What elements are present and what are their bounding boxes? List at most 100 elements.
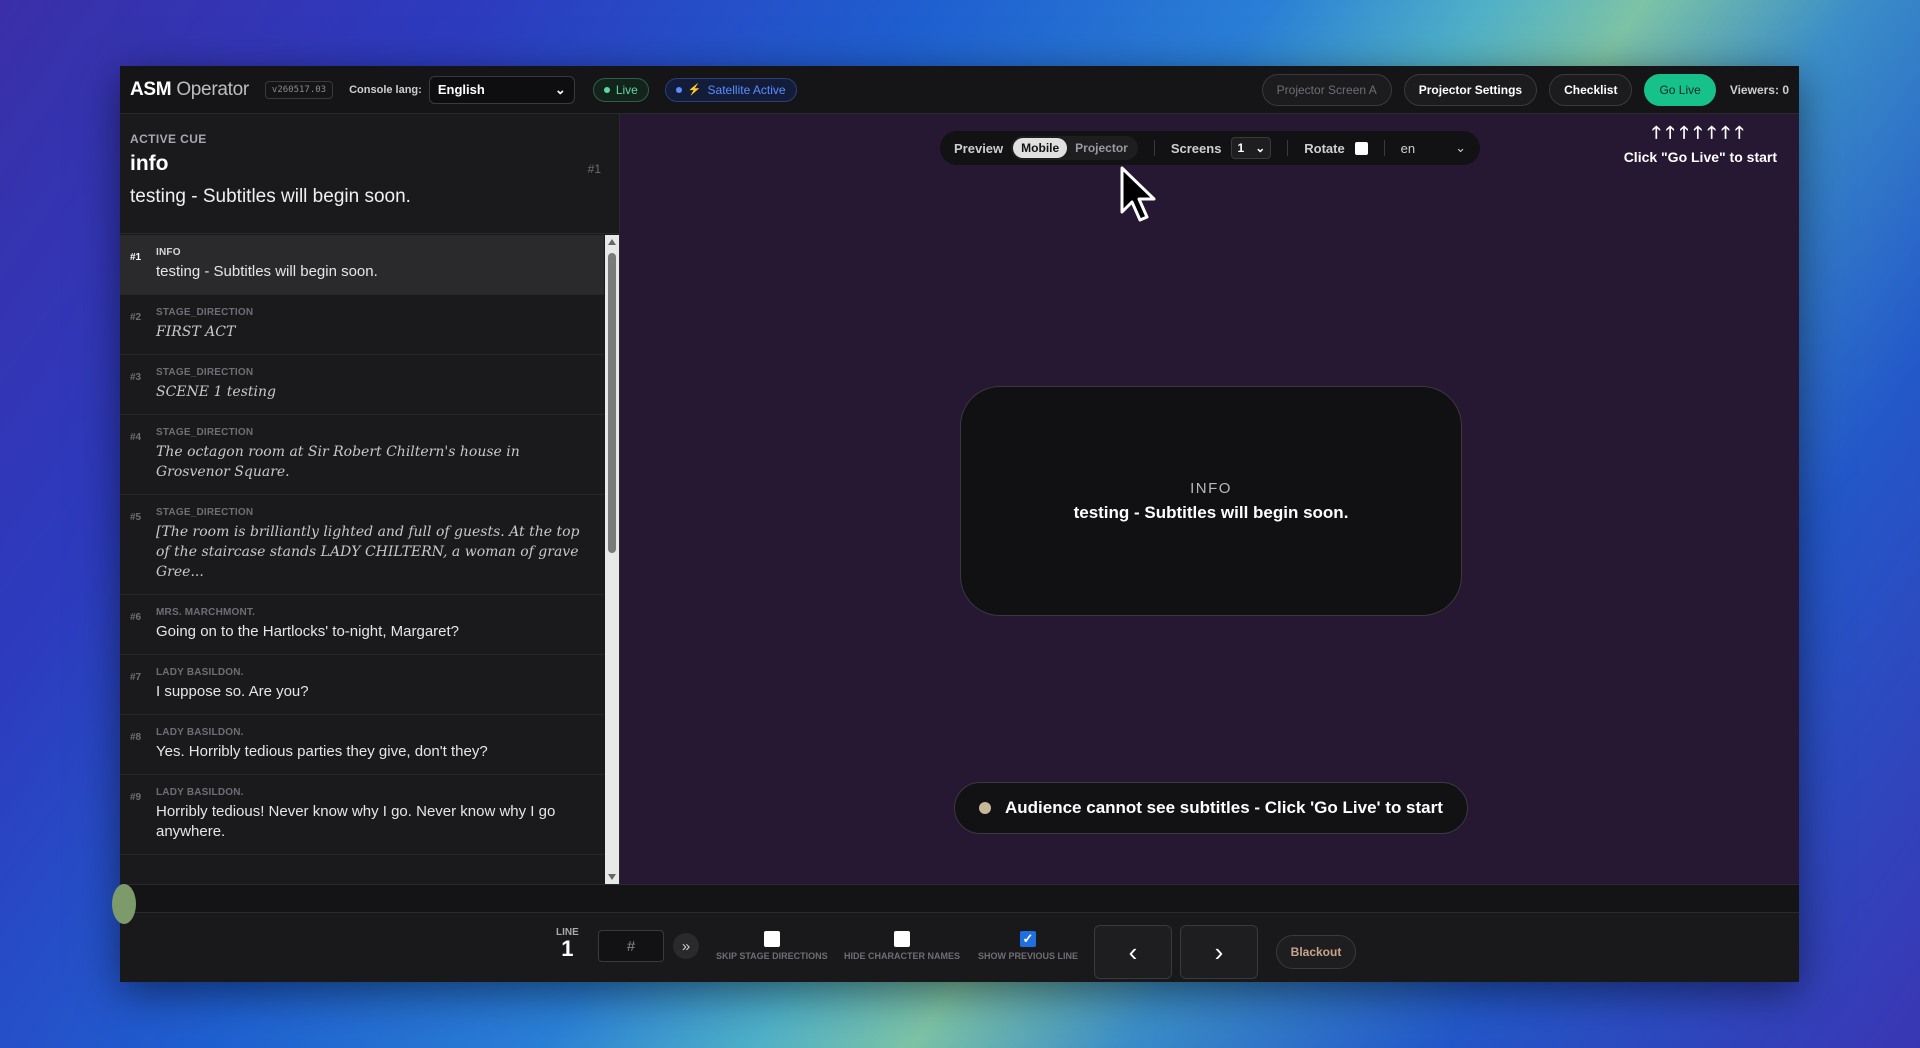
console-lang-value: English bbox=[437, 82, 485, 97]
hide-character-names-toggle[interactable]: HIDE CHARACTER NAMES bbox=[844, 931, 960, 961]
line-indicator: LINE 1 bbox=[556, 927, 579, 960]
skip-stage-directions-label: SKIP STAGE DIRECTIONS bbox=[716, 951, 828, 961]
go-live-button[interactable]: Go Live bbox=[1644, 73, 1716, 106]
console-lang-select[interactable]: English ⌄ bbox=[428, 75, 575, 104]
cue-number: #3 bbox=[130, 372, 142, 383]
satellite-dot-icon bbox=[675, 86, 682, 93]
active-cue-type: info bbox=[130, 152, 169, 175]
brand-light: Operator bbox=[176, 78, 249, 100]
version-badge: v260517.03 bbox=[264, 80, 334, 99]
brand-logo: ASM Operator bbox=[130, 79, 249, 101]
projector-settings-button[interactable]: Projector Settings bbox=[1403, 73, 1538, 106]
cue-number: #4 bbox=[130, 432, 142, 443]
cue-number: #5 bbox=[130, 512, 142, 523]
cue-row[interactable]: #6 MRS. MARCHMONT. Going on to the Hartloc… bbox=[120, 595, 604, 655]
cue-number: #8 bbox=[130, 732, 142, 743]
lightning-icon: ⚡ bbox=[687, 84, 702, 96]
cue-row[interactable]: #1 INFO testing - Subtitles will begin soo… bbox=[120, 235, 604, 295]
jump-to-line-input[interactable]: # bbox=[598, 930, 664, 962]
cue-text: Horribly tedious! Never know why I go. N… bbox=[156, 803, 556, 840]
checklist-button[interactable]: Checklist bbox=[1549, 73, 1633, 106]
cue-text: Going on to the Hartlocks' to-night, Mar… bbox=[156, 623, 460, 640]
cue-number: #6 bbox=[130, 612, 142, 623]
cue-row[interactable]: #7 LADY BASILDON. I suppose so. Are you? bbox=[120, 655, 604, 715]
chevron-down-icon: ⌄ bbox=[1455, 140, 1467, 155]
status-dot-icon bbox=[979, 802, 991, 814]
skip-stage-directions-toggle[interactable]: SKIP STAGE DIRECTIONS bbox=[716, 931, 828, 961]
cue-type: LADY BASILDON. bbox=[156, 667, 244, 678]
viewers-value: 0 bbox=[1782, 82, 1789, 97]
cue-type: STAGE_DIRECTION bbox=[156, 427, 254, 438]
active-cue-number: #1 bbox=[587, 162, 601, 176]
audience-status-banner: Audience cannot see subtitles - Click 'G… bbox=[954, 782, 1468, 834]
live-status-pill: Live bbox=[592, 77, 649, 102]
cue-text: FIRST ACT bbox=[156, 324, 236, 340]
cue-row[interactable]: #2 STAGE_DIRECTION FIRST ACT bbox=[120, 295, 604, 355]
chevron-left-icon: ‹ bbox=[1128, 936, 1138, 967]
divider bbox=[1153, 140, 1155, 156]
active-cue-label: ACTIVE CUE bbox=[130, 132, 207, 146]
mobile-mode-button[interactable]: Mobile bbox=[1013, 138, 1068, 158]
cue-number: #9 bbox=[130, 792, 142, 803]
viewers-label: Viewers: bbox=[1729, 82, 1779, 97]
cue-type: MRS. MARCHMONT. bbox=[156, 607, 256, 618]
scroll-up-icon[interactable] bbox=[608, 239, 616, 245]
app-window: ASM Operator v260517.03 Console lang: En… bbox=[120, 66, 1799, 982]
active-cue-text: testing - Subtitles will begin soon. bbox=[130, 186, 411, 207]
cue-list-scrollbar[interactable] bbox=[605, 235, 619, 884]
live-label: Live bbox=[615, 82, 638, 97]
cue-text: SCENE 1 testing bbox=[156, 384, 276, 400]
divider bbox=[1383, 140, 1385, 156]
arrow-up-icons: 🡑🡑🡑🡑🡑🡑🡑 bbox=[1651, 123, 1749, 142]
cue-type: LADY BASILDON. bbox=[156, 727, 244, 738]
projector-screen-button[interactable]: Projector Screen A bbox=[1261, 73, 1392, 106]
skip-stage-directions-checkbox[interactable] bbox=[763, 931, 780, 947]
show-previous-line-toggle[interactable]: ✓ SHOW PREVIOUS LINE bbox=[978, 931, 1078, 961]
previous-cue-button[interactable]: ‹ bbox=[1094, 925, 1172, 979]
rotate-checkbox[interactable] bbox=[1354, 141, 1368, 155]
screens-select[interactable]: 1 ⌄ bbox=[1231, 137, 1272, 159]
cue-row[interactable]: #3 STAGE_DIRECTION SCENE 1 testing bbox=[120, 355, 604, 415]
viewers-count: Viewers: 0 bbox=[1730, 83, 1789, 97]
jump-forward-icon[interactable]: » bbox=[673, 933, 699, 959]
line-value: 1 bbox=[561, 936, 574, 961]
cue-type: INFO bbox=[156, 247, 181, 258]
go-live-hint-text: Click "Go Live" to start bbox=[1623, 149, 1777, 165]
blackout-button[interactable]: Blackout bbox=[1276, 935, 1356, 969]
cue-type: LADY BASILDON. bbox=[156, 787, 244, 798]
preview-toolbar: Preview Mobile Projector Screens 1 ⌄ Rot… bbox=[940, 131, 1480, 165]
scroll-down-icon[interactable] bbox=[608, 874, 616, 880]
chevron-right-icon: › bbox=[1214, 936, 1224, 967]
status-strip bbox=[120, 884, 1799, 912]
cue-row[interactable]: #4 STAGE_DIRECTION The octagon room at Sir… bbox=[120, 415, 604, 495]
cue-number: #1 bbox=[130, 252, 142, 263]
bottom-controls: LINE 1 # » SKIP STAGE DIRECTIONS HIDE CH… bbox=[120, 912, 1799, 982]
scroll-thumb[interactable] bbox=[608, 253, 616, 553]
subtitle-preview-card: INFO testing - Subtitles will begin soon… bbox=[960, 386, 1462, 616]
cue-row[interactable]: #9 LADY BASILDON. Horribly tedious! Never … bbox=[120, 775, 604, 855]
cue-number: #7 bbox=[130, 672, 142, 683]
cue-type: STAGE_DIRECTION bbox=[156, 307, 254, 318]
cue-list: #1 INFO testing - Subtitles will begin soo… bbox=[120, 235, 604, 884]
cue-row[interactable]: #5 STAGE_DIRECTION [The room is brilliantl… bbox=[120, 495, 604, 595]
console-lang-label: Console lang: bbox=[349, 83, 422, 96]
check-icon[interactable]: ✓ bbox=[1020, 931, 1036, 947]
preview-card-text: testing - Subtitles will begin soon. bbox=[1073, 502, 1349, 522]
next-cue-button[interactable]: › bbox=[1180, 925, 1258, 979]
screens-label: Screens bbox=[1170, 140, 1222, 156]
hide-character-names-checkbox[interactable] bbox=[894, 931, 910, 947]
go-live-hint: 🡑🡑🡑🡑🡑🡑🡑 Click "Go Live" to start bbox=[1624, 120, 1777, 165]
preview-lang-select[interactable]: en ⌄ bbox=[1401, 140, 1466, 156]
preview-label: Preview bbox=[954, 140, 1004, 156]
avatar[interactable] bbox=[112, 884, 136, 924]
cue-type: STAGE_DIRECTION bbox=[156, 367, 254, 378]
top-bar: ASM Operator v260517.03 Console lang: En… bbox=[120, 66, 1799, 114]
cue-row[interactable]: #8 LADY BASILDON. Yes. Horribly tedious pa… bbox=[120, 715, 604, 775]
satellite-label: Satellite Active bbox=[707, 82, 786, 97]
cue-number: #2 bbox=[130, 312, 142, 323]
preview-area: Preview Mobile Projector Screens 1 ⌄ Rot… bbox=[620, 114, 1799, 884]
projector-mode-button[interactable]: Projector bbox=[1067, 138, 1136, 158]
cue-type: STAGE_DIRECTION bbox=[156, 507, 254, 518]
chevron-down-icon: ⌄ bbox=[1255, 141, 1266, 155]
hide-character-names-label: HIDE CHARACTER NAMES bbox=[844, 951, 961, 961]
